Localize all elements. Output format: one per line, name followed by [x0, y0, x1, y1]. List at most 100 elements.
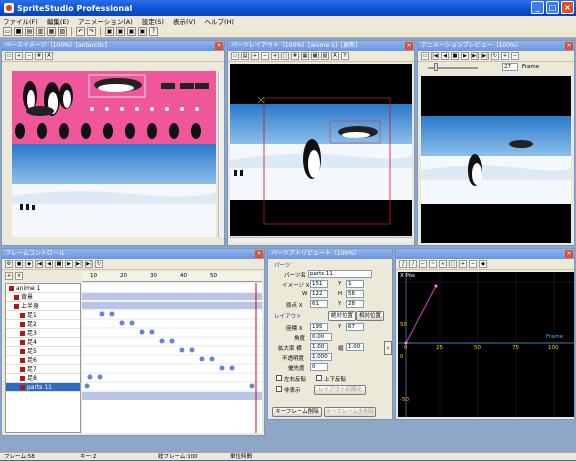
frame-icon[interactable]: ▩ — [311, 52, 319, 60]
fit-icon[interactable]: ▢ — [449, 260, 457, 268]
menu-file[interactable]: ファイル(F) — [3, 16, 38, 26]
open-icon[interactable]: ▭ — [231, 52, 239, 60]
color-icon[interactable]: ▦ — [301, 52, 309, 60]
next-frame-icon[interactable]: ▶| — [75, 260, 83, 268]
loop-icon[interactable]: ↻ — [491, 52, 499, 60]
part-name-input[interactable]: parts 11 — [308, 270, 372, 278]
graph-canvas[interactable]: X Pos 50 0 -50 0 25 50 75 100 Frame — [398, 272, 574, 417]
prev-frame-icon[interactable]: ◀ — [441, 52, 449, 60]
close-icon[interactable]: × — [215, 42, 223, 50]
play-icon[interactable]: ▶ — [65, 260, 73, 268]
import-icon[interactable]: ▧ — [58, 27, 67, 36]
delete-part-icon[interactable]: × — [15, 272, 23, 280]
help-icon[interactable]: ? — [149, 27, 158, 36]
height-input[interactable]: 56 — [346, 290, 364, 298]
alpha-input[interactable]: 1.000 — [310, 353, 332, 361]
settings-icon[interactable]: ⚙ — [5, 260, 13, 268]
zoom-in-icon[interactable]: + — [501, 52, 509, 60]
tree-row[interactable]: 足2 — [6, 320, 80, 329]
save-image-icon[interactable]: ▥ — [36, 27, 45, 36]
window4-icon[interactable]: ▣ — [138, 27, 147, 36]
linear-icon[interactable]: / — [409, 260, 417, 268]
text-icon[interactable]: A — [45, 52, 53, 60]
priority-input[interactable]: 0 — [310, 363, 328, 371]
zoom-in-icon[interactable]: + — [15, 52, 23, 60]
bone-icon[interactable]: Y — [341, 52, 349, 60]
layout-reset-button[interactable]: レイアウト初期化 — [314, 385, 366, 395]
keyframe-delete-all-button[interactable]: キーフレーム全削除 — [324, 407, 376, 417]
tree-row[interactable]: 足4 — [6, 338, 80, 347]
angle-input[interactable]: 0.00 — [310, 333, 332, 341]
stop-icon[interactable]: ■ — [55, 260, 63, 268]
window1-icon[interactable]: ▣ — [105, 27, 114, 36]
loop-icon[interactable]: ↻ — [95, 260, 103, 268]
collapse-arrow-icon[interactable]: ‹ — [384, 341, 392, 355]
stop-icon[interactable]: ■ — [451, 52, 459, 60]
grid-icon[interactable]: # — [35, 52, 43, 60]
flip-v-checkbox[interactable] — [316, 375, 322, 381]
tree-row[interactable]: 上半身 — [6, 302, 80, 311]
select-icon[interactable]: ▢ — [281, 52, 289, 60]
undo-icon[interactable]: ↶ — [76, 27, 85, 36]
play-icon[interactable]: ▶ — [461, 52, 469, 60]
image-x-input[interactable]: 151 — [310, 280, 328, 288]
horizontal-scrollbar[interactable] — [230, 237, 412, 243]
bezier-icon[interactable]: ~ — [429, 260, 437, 268]
width-input[interactable]: 122 — [310, 290, 328, 298]
tab-absolute[interactable]: 絶対位置 — [328, 311, 356, 321]
key-icon[interactable]: ◆ — [25, 260, 33, 268]
scale-y-input[interactable]: 1.00 — [346, 343, 364, 351]
next-frame-icon[interactable]: ▶| — [471, 52, 479, 60]
menu-view[interactable]: 表示(V) — [173, 16, 196, 26]
tree-row[interactable]: 足5 — [6, 347, 80, 356]
hide-checkbox[interactable] — [276, 386, 282, 392]
maximize-button[interactable]: □ — [546, 1, 559, 14]
tree-row[interactable]: 足7 — [6, 365, 80, 374]
menu-help[interactable]: ヘルプ(H) — [205, 16, 234, 26]
base-image-canvas[interactable] — [12, 71, 216, 237]
move-icon[interactable]: ✛ — [271, 52, 279, 60]
export-icon[interactable]: ▦ — [47, 27, 56, 36]
tree-row[interactable]: 足6 — [6, 356, 80, 365]
zoom-out-icon[interactable]: − — [25, 52, 33, 60]
pos-y-input[interactable]: 67 — [346, 323, 364, 331]
zoom-out-icon[interactable]: − — [469, 260, 477, 268]
zoom-out-icon[interactable]: − — [261, 52, 269, 60]
vertical-scrollbar[interactable] — [218, 71, 224, 237]
record-icon[interactable]: ● — [15, 260, 23, 268]
tree-row[interactable]: 足8 — [6, 374, 80, 383]
graph-tool-icon[interactable]: ∫ — [399, 260, 407, 268]
zoom-in-icon[interactable]: + — [251, 52, 259, 60]
timeline-grid[interactable] — [82, 283, 262, 433]
frame-number-input[interactable]: 27 — [502, 63, 518, 71]
tree-row[interactable]: anime 1 — [6, 284, 80, 293]
zoom-in-icon[interactable]: + — [459, 260, 467, 268]
close-icon[interactable]: × — [255, 250, 263, 258]
tree-row[interactable]: 足3 — [6, 329, 80, 338]
window2-icon[interactable]: ▣ — [116, 27, 125, 36]
close-button[interactable]: × — [561, 1, 574, 14]
flip-h-checkbox[interactable] — [276, 375, 282, 381]
image-y-input[interactable]: 1 — [346, 280, 364, 288]
tab-relative[interactable]: 相対位置 — [356, 311, 384, 321]
window3-icon[interactable]: ▣ — [127, 27, 136, 36]
zoom-out-icon[interactable]: − — [511, 52, 519, 60]
first-frame-icon[interactable]: |◀ — [35, 260, 43, 268]
paste-icon[interactable]: ▤ — [241, 52, 249, 60]
frame-slider-thumb[interactable] — [434, 63, 438, 71]
close-icon[interactable]: × — [565, 250, 573, 258]
menu-edit[interactable]: 編集(E) — [47, 16, 69, 26]
open-image-icon[interactable]: ▤ — [25, 27, 34, 36]
step-icon[interactable]: ⌐ — [419, 260, 427, 268]
first-frame-icon[interactable]: |◀ — [431, 52, 439, 60]
layer-icon[interactable]: ▧ — [321, 52, 329, 60]
key-icon[interactable]: ◆ — [479, 260, 487, 268]
add-part-icon[interactable]: + — [5, 272, 13, 280]
hermite-icon[interactable]: ≈ — [439, 260, 447, 268]
redo-icon[interactable]: ↷ — [87, 27, 96, 36]
tree-row[interactable]: 背景 — [6, 293, 80, 302]
origin-y-input[interactable]: 28 — [346, 300, 364, 308]
menu-animation[interactable]: アニメーション(A) — [78, 16, 133, 26]
open-icon[interactable]: ▭ — [5, 52, 13, 60]
close-icon[interactable]: × — [405, 42, 413, 50]
